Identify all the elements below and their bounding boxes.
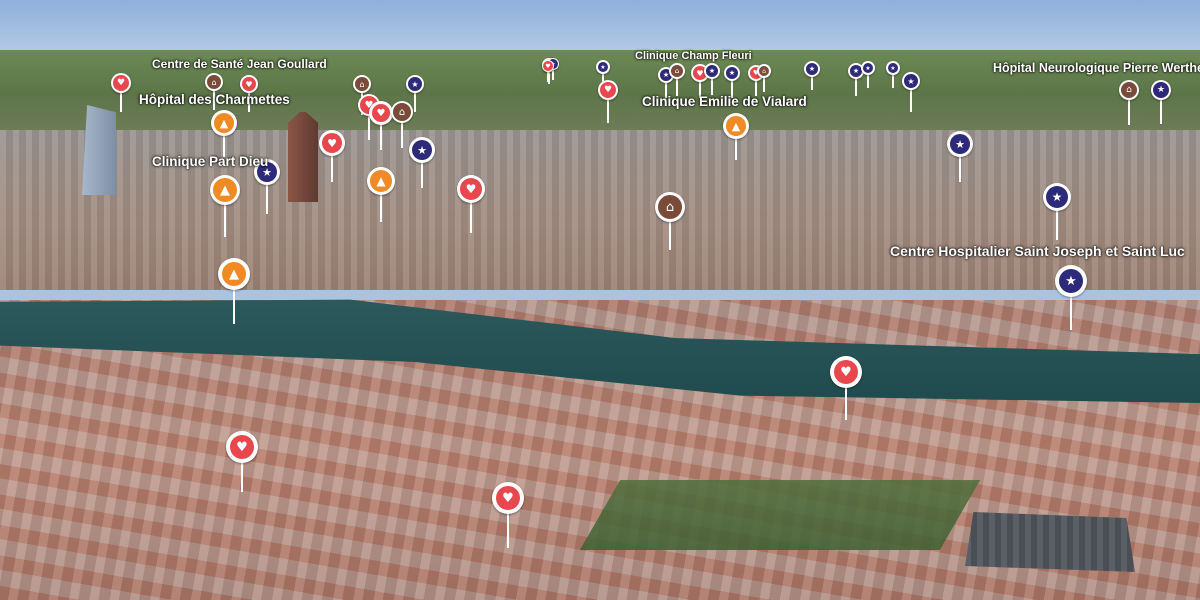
- fire-icon: ▲: [222, 262, 246, 286]
- marker-pin[interactable]: ⌂: [655, 192, 685, 222]
- police-star-icon: ★: [1046, 186, 1068, 208]
- marker-pin[interactable]: ▲: [211, 110, 237, 136]
- marker-pin[interactable]: ♥: [457, 175, 485, 203]
- map-label: Centre de Santé Jean Goullard: [152, 57, 327, 71]
- map-label: Clinique Champ Fleuri: [635, 50, 752, 62]
- heartbeat-icon: ♥: [322, 133, 342, 153]
- pencil-tower: [288, 112, 318, 202]
- marker-pin[interactable]: ★: [886, 61, 900, 75]
- marker-pin[interactable]: ★: [861, 61, 875, 75]
- fire-icon: ▲: [214, 113, 234, 133]
- building-icon: ⌂: [207, 75, 221, 89]
- marker-pin[interactable]: ★: [406, 75, 424, 93]
- marker-pin[interactable]: ★: [724, 65, 740, 81]
- heartbeat-icon: ♥: [230, 435, 254, 459]
- marker-pin[interactable]: ▲: [367, 167, 395, 195]
- marker-pin[interactable]: ★: [902, 72, 920, 90]
- police-star-icon: ★: [726, 67, 738, 79]
- map-label: Centre Hospitalier Saint Joseph et Saint…: [890, 243, 1185, 259]
- marker-pin[interactable]: ♥: [598, 80, 618, 100]
- police-star-icon: ★: [904, 74, 918, 88]
- heartbeat-icon: ♥: [543, 61, 553, 71]
- marker-pin[interactable]: ▲: [210, 175, 240, 205]
- building-icon: ⌂: [671, 65, 683, 77]
- marker-pin[interactable]: ★: [1151, 80, 1171, 100]
- marker-pin[interactable]: ⌂: [1119, 80, 1139, 100]
- police-star-icon: ★: [950, 134, 970, 154]
- fire-icon: ▲: [726, 116, 746, 136]
- glass-tower: [82, 105, 116, 195]
- marker-pin[interactable]: ★: [1055, 265, 1087, 297]
- marker-pin[interactable]: ★: [409, 137, 435, 163]
- marker-pin[interactable]: ⌂: [669, 63, 685, 79]
- marker-pin[interactable]: ★: [804, 61, 820, 77]
- police-star-icon: ★: [412, 140, 432, 160]
- map-label: Clinique Part Dieu: [152, 154, 269, 169]
- building-icon: ⌂: [1121, 82, 1137, 98]
- marker-pin[interactable]: ♥: [240, 75, 258, 93]
- marker-pin[interactable]: ♥: [542, 60, 554, 72]
- police-star-icon: ★: [1153, 82, 1169, 98]
- marker-pin[interactable]: ♥: [111, 73, 131, 93]
- heartbeat-icon: ♥: [372, 104, 390, 122]
- fire-icon: ▲: [213, 178, 237, 202]
- marker-pin[interactable]: ⌂: [757, 64, 771, 78]
- marker-pin[interactable]: ★: [947, 131, 973, 157]
- building-icon: ⌂: [393, 103, 411, 121]
- police-star-icon: ★: [408, 77, 422, 91]
- map-label: Hôpital des Charmettes: [139, 92, 290, 107]
- building-icon: ⌂: [658, 195, 682, 219]
- heartbeat-icon: ♥: [113, 75, 129, 91]
- police-star-icon: ★: [1059, 269, 1083, 293]
- fire-icon: ▲: [370, 170, 392, 192]
- heartbeat-icon: ♥: [600, 82, 616, 98]
- marker-pin[interactable]: ♥: [319, 130, 345, 156]
- marker-pin[interactable]: ♥: [369, 101, 393, 125]
- heartbeat-icon: ♥: [242, 77, 256, 91]
- marker-pin[interactable]: ▲: [218, 258, 250, 290]
- marker-pin[interactable]: ★: [704, 63, 720, 79]
- police-star-icon: ★: [706, 65, 718, 77]
- marker-pin[interactable]: ⌂: [391, 101, 413, 123]
- map-3d-view[interactable]: ♥⌂♥⌂★⌂★★⌂♥★★♥⌂★★★★★⌂★▲▲★♥♥♥⌂★▲♥♥▲★★⌂★▲♥♥…: [0, 0, 1200, 600]
- heartbeat-icon: ♥: [834, 360, 858, 384]
- marker-pin[interactable]: ⌂: [205, 73, 223, 91]
- marker-pin[interactable]: ★: [1043, 183, 1071, 211]
- map-label: Clinique Emilie de Vialard: [642, 94, 807, 109]
- exhibition-hall: [965, 512, 1135, 572]
- police-star-icon: ★: [598, 62, 608, 72]
- heartbeat-icon: ♥: [496, 486, 520, 510]
- marker-pin[interactable]: ♥: [830, 356, 862, 388]
- marker-pin[interactable]: ▲: [723, 113, 749, 139]
- map-label: Hôpital Neurologique Pierre Wertheimer: [993, 61, 1200, 75]
- police-star-icon: ★: [806, 63, 818, 75]
- marker-pin[interactable]: ♥: [226, 431, 258, 463]
- police-star-icon: ★: [863, 63, 873, 73]
- building-icon: ⌂: [355, 77, 369, 91]
- police-star-icon: ★: [888, 63, 898, 73]
- heartbeat-icon: ♥: [460, 178, 482, 200]
- marker-pin[interactable]: ♥: [492, 482, 524, 514]
- marker-pin[interactable]: ★: [596, 60, 610, 74]
- marker-pin[interactable]: ⌂: [353, 75, 371, 93]
- park-area: [579, 480, 981, 550]
- building-icon: ⌂: [759, 66, 769, 76]
